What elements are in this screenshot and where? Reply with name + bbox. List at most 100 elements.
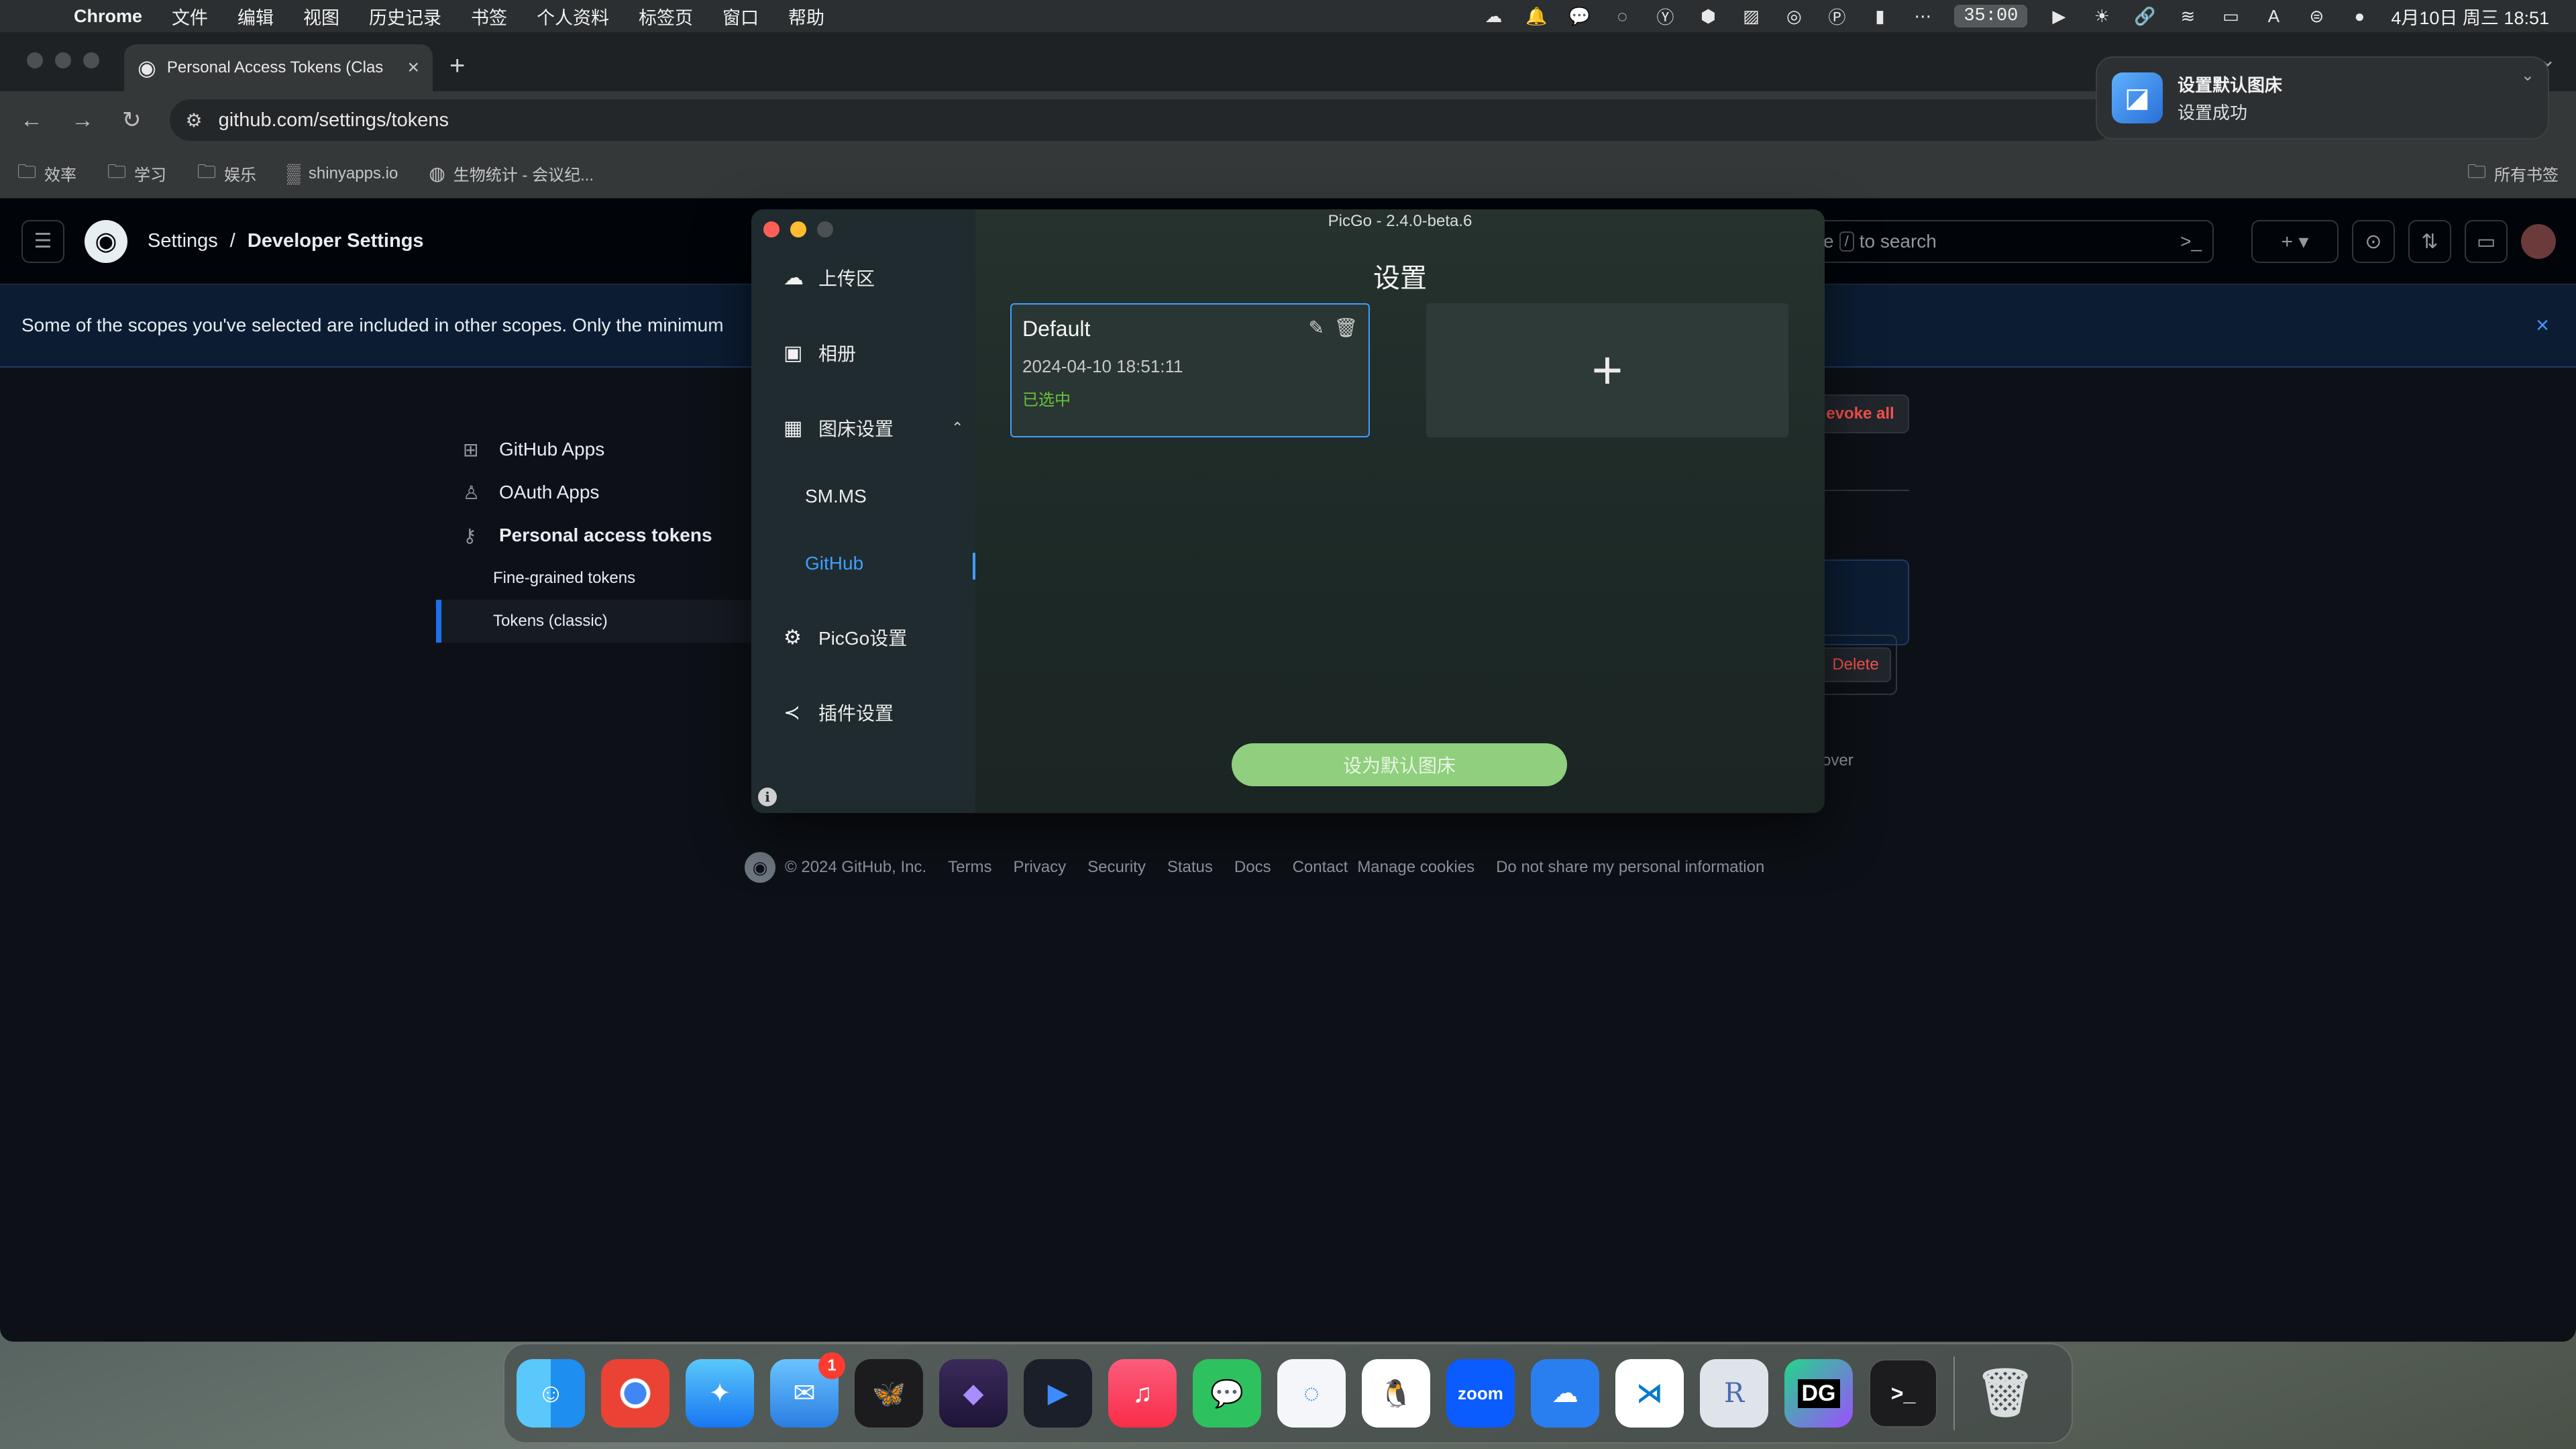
all-bookmarks[interactable]: 🗀 所有书签 — [2467, 158, 2559, 190]
notification-banner[interactable]: ◪ 设置默认图床 设置成功 ⌄ — [2096, 56, 2549, 140]
breadcrumb-settings[interactable]: Settings — [148, 230, 218, 252]
dock-terminal-icon[interactable]: >_ — [1869, 1359, 1937, 1428]
bookmark-folder-efficiency[interactable]: 🗀 效率 — [17, 158, 76, 190]
link-icon[interactable]: 🔗 — [2133, 6, 2156, 26]
menu-tabs[interactable]: 标签页 — [639, 3, 693, 30]
delete-button[interactable]: Delete — [1820, 647, 1891, 682]
bookmark-folder-study[interactable]: 🗀 学习 — [107, 158, 166, 190]
minimize-window-button[interactable] — [55, 52, 71, 68]
picgo-tray-icon[interactable]: ▨ — [1739, 6, 1762, 26]
menu-edit[interactable]: 编辑 — [237, 3, 274, 30]
forward-arrow-icon[interactable]: → — [71, 107, 94, 133]
search-input[interactable]: e / to search >_ — [1811, 220, 2214, 263]
sidebar-item-tokens-classic[interactable]: Tokens (classic) — [436, 600, 758, 643]
add-config-button[interactable]: + — [1426, 303, 1788, 437]
notification-expand-icon[interactable]: ⌄ — [2521, 66, 2534, 85]
picgo-zoom-button[interactable] — [817, 221, 833, 237]
hamburger-menu-button[interactable]: ☰ — [21, 219, 64, 263]
nav-sub-smms[interactable]: SM.MS — [805, 486, 867, 507]
footer-link-terms[interactable]: Terms — [948, 858, 991, 877]
menu-file[interactable]: 文件 — [172, 3, 208, 30]
nav-picgo-settings[interactable]: ⚙ PicGo设置 — [784, 624, 907, 651]
dock-chat-icon[interactable]: ◌ — [1277, 1359, 1346, 1428]
nav-sub-github[interactable]: GitHub — [805, 553, 863, 574]
command-palette-icon[interactable]: >_ — [2180, 231, 2202, 252]
menu-view[interactable]: 视图 — [303, 3, 339, 30]
wifi-icon[interactable]: ≋ — [2176, 6, 2199, 26]
set-default-button[interactable]: 设为默认图床 — [1232, 743, 1567, 786]
menu-app-name[interactable]: Chrome — [74, 6, 142, 27]
dock-vscode-icon[interactable]: ⋊ — [1615, 1359, 1684, 1428]
battery-icon[interactable]: ▭ — [2219, 6, 2242, 26]
footer-link-do-not-share[interactable]: Do not share my personal information — [1496, 858, 1764, 877]
sidebar-item-oauth-apps[interactable]: ♙ OAuth Apps — [436, 471, 758, 514]
tab-close-icon[interactable]: × — [407, 56, 419, 79]
cloud-icon[interactable]: ☁ — [1482, 6, 1505, 26]
address-bar[interactable]: ⚙ github.com/settings/tokens — [169, 99, 2115, 141]
bookmark-biostat[interactable]: ◍ 生物统计 - 会议纪... — [429, 162, 594, 185]
menu-window[interactable]: 窗口 — [722, 3, 759, 30]
record-icon[interactable]: ◎ — [1782, 6, 1805, 26]
dock-music-icon[interactable]: ♫ — [1108, 1359, 1177, 1428]
menu-history[interactable]: 历史记录 — [369, 3, 441, 30]
menu-bookmarks[interactable]: 书签 — [471, 3, 507, 30]
avatar[interactable] — [2521, 224, 2556, 259]
picgo-minimize-button[interactable] — [790, 221, 806, 237]
chat-tray-icon[interactable]: ◌ — [1611, 6, 1633, 26]
sidebar-item-fine-grained-tokens[interactable]: Fine-grained tokens — [436, 557, 758, 600]
dock-safari-icon[interactable]: ✦ — [686, 1359, 754, 1428]
footer-link-status[interactable]: Status — [1167, 858, 1213, 877]
close-window-button[interactable] — [27, 52, 43, 68]
dock-infuse-icon[interactable]: ▶ — [1024, 1359, 1092, 1428]
dock-qq-icon[interactable]: 🐧 — [1362, 1359, 1430, 1428]
bookmark-tray-icon[interactable]: ▮ — [1868, 6, 1891, 26]
p-circle-icon[interactable]: Ⓟ — [1825, 6, 1848, 28]
create-new-button[interactable]: + ▾ — [2251, 220, 2339, 263]
menubar-datetime[interactable]: 4月10日 周三 18:51 — [2391, 3, 2549, 30]
breadcrumb-developer-settings[interactable]: Developer Settings — [248, 230, 424, 252]
close-icon[interactable]: × — [2536, 313, 2549, 339]
footer-link-privacy[interactable]: Privacy — [1013, 858, 1066, 877]
play-icon[interactable]: ▶ — [2047, 6, 2070, 26]
github-logo-icon[interactable]: ◉ — [85, 219, 127, 263]
browser-tab[interactable]: ◉ Personal Access Tokens (Clas × — [124, 44, 433, 91]
dock-finder-icon[interactable]: ☺ — [517, 1359, 585, 1428]
bell-icon[interactable]: 🔔 — [1525, 6, 1548, 26]
bookmark-shinyapps[interactable]: ▒ shinyapps.io — [287, 163, 398, 184]
nav-plugin-settings[interactable]: ≺ 插件设置 — [784, 699, 894, 726]
dock-chrome-icon[interactable] — [601, 1359, 669, 1428]
github-footer-logo-icon[interactable]: ◉ — [745, 852, 775, 883]
nav-upload[interactable]: ☁ 上传区 — [784, 264, 875, 291]
issues-icon[interactable]: ⊙ — [2352, 220, 2395, 263]
zoom-window-button[interactable] — [83, 52, 99, 68]
control-center-icon[interactable]: ⊜ — [2305, 6, 2328, 26]
timer-display[interactable]: 35:00 — [1954, 5, 2028, 28]
footer-link-manage-cookies[interactable]: Manage cookies — [1357, 858, 1474, 877]
url-text[interactable]: github.com/settings/tokens — [219, 109, 449, 131]
menu-help[interactable]: 帮助 — [788, 3, 824, 30]
inbox-icon[interactable]: ▭ — [2465, 220, 2508, 263]
edit-icon[interactable]: ✎ — [1309, 317, 1324, 339]
back-arrow-icon[interactable]: ← — [20, 107, 43, 133]
dock-mail-icon[interactable]: ✉ 1 — [770, 1352, 845, 1428]
dock-tes-icon[interactable]: 🦋 — [855, 1359, 923, 1428]
dock-r-icon[interactable]: R — [1700, 1359, 1768, 1428]
more-dots-icon[interactable]: ⋯ — [1911, 6, 1934, 26]
dock-datagrip-icon[interactable]: DG — [1784, 1359, 1853, 1428]
dock-obsidian-icon[interactable]: ◆ — [939, 1359, 1008, 1428]
hexagon-icon[interactable]: ⬢ — [1697, 6, 1719, 26]
chevron-up-icon[interactable]: ⌃ — [951, 419, 963, 437]
input-source-icon[interactable]: A — [2262, 6, 2285, 26]
sidebar-item-personal-access-tokens[interactable]: ⚷ Personal access tokens — [436, 514, 758, 557]
trash-icon[interactable]: 🗑 — [1334, 317, 1358, 339]
bookmark-folder-fun[interactable]: 🗀 娱乐 — [197, 158, 256, 190]
dock-wechat-icon[interactable]: 💬 — [1193, 1359, 1261, 1428]
config-card-default[interactable]: Default 2024-04-10 18:51:11 已选中 ✎ 🗑 — [1010, 303, 1370, 437]
site-settings-icon[interactable]: ⚙ — [186, 109, 203, 131]
wechat-tray-icon[interactable]: 💬 — [1568, 6, 1591, 26]
sidebar-item-github-apps[interactable]: ⊞ GitHub Apps — [436, 428, 758, 471]
dock-zoom-icon[interactable]: zoom — [1446, 1359, 1515, 1428]
info-icon[interactable]: i — [758, 788, 777, 806]
picgo-close-button[interactable] — [763, 221, 780, 237]
dock-trash-icon[interactable]: 🗑 — [1971, 1359, 2039, 1428]
